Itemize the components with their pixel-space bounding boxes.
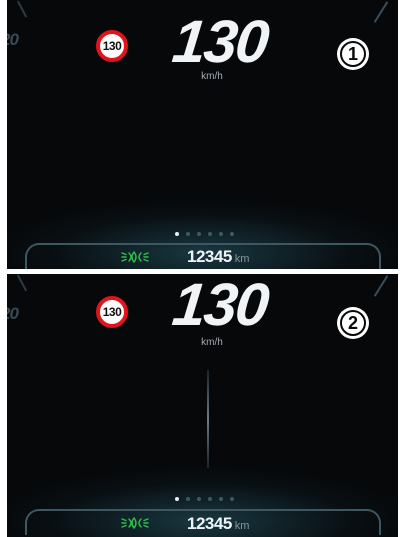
page-indicator[interactable]: [175, 497, 234, 501]
current-speed: 130: [169, 8, 271, 75]
odometer-value: 12345: [187, 514, 232, 533]
speed-limit-sign-icon: 130: [96, 296, 128, 328]
odometer-unit: km: [234, 253, 250, 265]
speed-limit-sign-icon: 130: [96, 30, 128, 62]
right-gauge-edge: [373, 275, 389, 297]
page-dot[interactable]: [230, 497, 234, 501]
page-dot-active[interactable]: [175, 497, 179, 501]
index-number: 1: [340, 41, 366, 67]
page-dot[interactable]: [186, 497, 190, 501]
page-dot[interactable]: [219, 232, 223, 236]
parking-lights-icon: [121, 516, 149, 530]
index-badge: 1: [337, 38, 369, 70]
page-dot[interactable]: [230, 232, 234, 236]
page-dot[interactable]: [197, 497, 201, 501]
page-dot[interactable]: [219, 497, 223, 501]
odometer-unit: km: [234, 520, 250, 532]
page-dot[interactable]: [186, 232, 190, 236]
speed-limit-value: 130: [102, 39, 122, 53]
right-gauge-edge: [373, 1, 389, 23]
index-number: 2: [340, 310, 366, 336]
page-dot[interactable]: [208, 232, 212, 236]
speed-limit-value: 130: [102, 305, 122, 319]
current-speed: 130: [169, 274, 271, 338]
page-dot[interactable]: [197, 232, 201, 236]
odometer: 12345 km: [187, 514, 249, 534]
partial-gauge-number: 20: [7, 30, 19, 49]
odometer: 12345 km: [187, 247, 249, 267]
center-needle: [207, 370, 209, 468]
cluster-screen-2: 20 130 130 km/h 2 12345 km: [7, 274, 398, 537]
index-badge: 2: [337, 307, 369, 339]
speed-unit: km/h: [201, 71, 223, 82]
cluster-screen-1: 20 130 130 km/h 1 12345 km: [7, 0, 398, 269]
page-indicator[interactable]: [175, 232, 234, 236]
left-gauge-edge: [16, 0, 28, 18]
partial-gauge-number: 20: [7, 304, 19, 323]
odometer-value: 12345: [187, 247, 232, 266]
page-dot[interactable]: [208, 497, 212, 501]
page-dot-active[interactable]: [175, 232, 179, 236]
speed-unit: km/h: [201, 337, 223, 348]
left-gauge-edge: [16, 274, 28, 292]
parking-lights-icon: [121, 250, 149, 264]
